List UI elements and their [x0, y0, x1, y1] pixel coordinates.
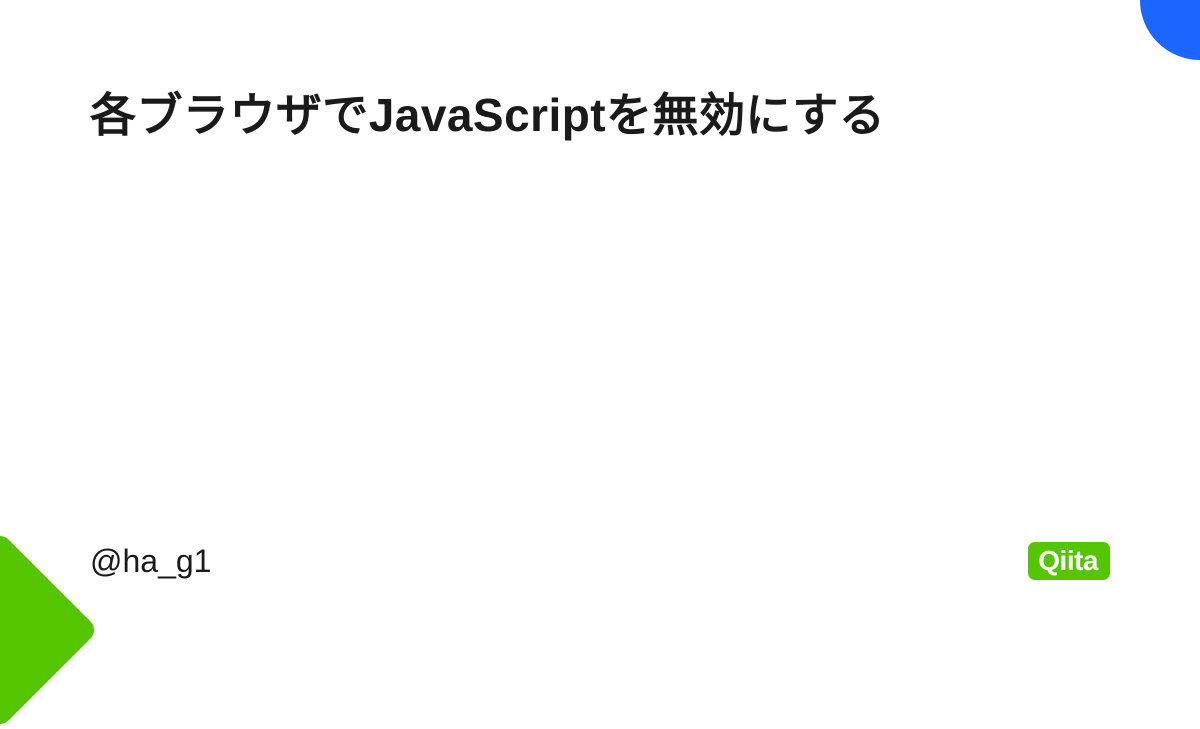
card-footer: @ha_g1 Qiita	[90, 542, 1110, 580]
brand-logo: Qiita	[1028, 542, 1110, 580]
article-title: 各ブラウザでJavaScriptを無効にする	[90, 80, 1110, 151]
decoration-square-green	[0, 531, 99, 729]
author-handle: @ha_g1	[90, 543, 211, 580]
decoration-circle-blue	[1140, 0, 1200, 60]
article-content: 各ブラウザでJavaScriptを無効にする	[90, 80, 1110, 151]
qiita-logo-badge: Qiita	[1028, 542, 1110, 580]
